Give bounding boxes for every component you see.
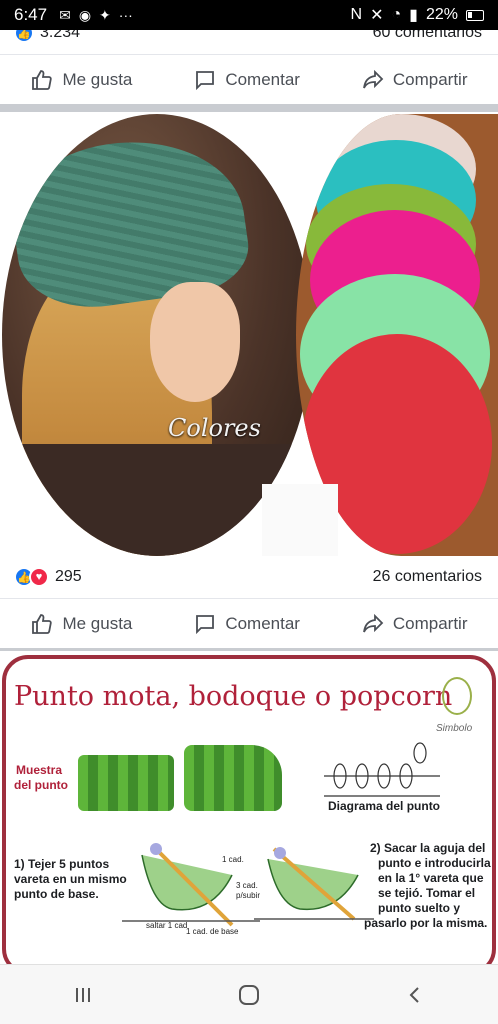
step2-line2: punto e introducirla — [378, 856, 491, 870]
chrome-icon: ◉ — [78, 6, 92, 23]
tiny-1cadbase: 1 cad. de base — [186, 927, 239, 936]
back-button[interactable] — [395, 975, 435, 1015]
thumbs-up-icon — [32, 613, 53, 634]
tutorial-card: Punto mota, bodoque o popcorn Simbolo Mu… — [2, 655, 496, 964]
stitch-sample-swatch — [78, 755, 174, 811]
love-reaction-icon: ♥ — [29, 567, 49, 587]
mute-icon: ✕ — [370, 7, 384, 24]
step2-illustration — [254, 847, 374, 921]
status-bar: 6:47 ✉ ◉ ✦ ··· N ✕ ◔ ▮ 22% — [0, 0, 498, 30]
like-label: Me gusta — [62, 69, 133, 89]
comment-label: Comentar — [225, 69, 300, 89]
like-label: Me gusta — [62, 613, 133, 633]
post2-counts-row: 👍 ♥ 295 26 comentarios — [0, 564, 498, 590]
twitter-icon: ✦ — [99, 6, 111, 23]
share-label: Compartir — [392, 613, 468, 633]
post-separator — [0, 104, 498, 112]
share-label: Compartir — [392, 69, 468, 89]
home-button[interactable] — [229, 975, 269, 1015]
post1-reactions-count[interactable]: 3.234 — [40, 30, 80, 42]
post2-action-bar: Me gusta Comentar Compartir — [0, 598, 498, 648]
post1-counts-row: 👍 3.234 60 comentarios — [0, 30, 498, 44]
post1-action-bar: Me gusta Comentar Compartir — [0, 54, 498, 104]
post1-comments-count[interactable]: 60 comentarios — [373, 30, 482, 42]
battery-icon — [466, 9, 484, 21]
step2-line4: se tejió. Tomar el — [378, 886, 476, 900]
nfc-icon: N — [350, 6, 363, 23]
like-reaction-icon: 👍 — [14, 30, 34, 43]
diagram-label: Diagrama del punto — [328, 799, 441, 813]
tiny-saltar: saltar 1 cad — [146, 921, 188, 930]
step1-line1: 1) Tejer 5 puntos — [14, 857, 110, 871]
recents-icon — [76, 987, 90, 1002]
step1-line3: punto de base. — [14, 887, 99, 901]
comment-label: Comentar — [225, 613, 300, 633]
gmail-icon: ✉ — [59, 6, 71, 23]
home-icon — [239, 984, 259, 1005]
share-button[interactable]: Compartir — [361, 612, 468, 636]
comment-icon — [196, 70, 215, 90]
news-feed[interactable]: 👍 3.234 60 comentarios Me gusta Comentar… — [0, 30, 498, 964]
notification-icons: ✉ ◉ ✦ ··· — [59, 7, 133, 24]
symbol-label: Simbolo — [436, 723, 473, 734]
share-icon — [362, 69, 384, 88]
stitch-diagram — [324, 742, 440, 797]
comment-button[interactable]: Comentar — [193, 612, 300, 636]
back-icon — [409, 986, 419, 1003]
thumbs-up-icon — [32, 69, 53, 90]
face-shape — [150, 282, 240, 402]
stitch-progress-swatch — [184, 745, 282, 811]
more-notifications-icon: ··· — [118, 7, 133, 23]
comment-icon — [196, 614, 215, 634]
wifi-icon: ◔ — [391, 6, 402, 23]
popcorn-symbol-icon — [442, 677, 472, 715]
status-time: 6:47 — [14, 5, 48, 24]
share-button[interactable]: Compartir — [361, 68, 468, 92]
step1-line2: vareta en un mismo — [14, 872, 127, 886]
step2-line3: en la 1° vareta que — [378, 871, 484, 885]
sample-label-line2: del punto — [14, 778, 68, 792]
battery-percent: 22% — [425, 6, 458, 23]
step2-line1: 2) Sacar la aguja del — [370, 841, 486, 855]
tutorial-title: Punto mota, bodoque o popcorn — [14, 681, 453, 712]
share-icon — [362, 613, 384, 632]
step2-line6: pasarlo por la misma. — [364, 916, 488, 930]
sample-label-line1: Muestra — [16, 763, 63, 777]
like-button[interactable]: Me gusta — [30, 612, 132, 636]
post2-reactions-count[interactable]: 295 — [55, 568, 82, 586]
white-box — [262, 484, 338, 556]
android-nav-bar — [0, 964, 498, 1024]
post2-comments-count[interactable]: 26 comentarios — [373, 568, 482, 586]
tiny-1cad: 1 cad. — [222, 855, 244, 864]
signal-icon: ▮ — [409, 7, 418, 24]
post2-image[interactable]: Colores — [0, 114, 498, 556]
comment-button[interactable]: Comentar — [193, 68, 300, 92]
post3-image[interactable]: Punto mota, bodoque o popcorn Simbolo Mu… — [0, 651, 498, 964]
like-button[interactable]: Me gusta — [30, 68, 132, 92]
colores-overlay-text: Colores — [168, 414, 261, 442]
recents-button[interactable] — [63, 975, 103, 1015]
step2-line5: punto suelto y — [378, 901, 460, 915]
